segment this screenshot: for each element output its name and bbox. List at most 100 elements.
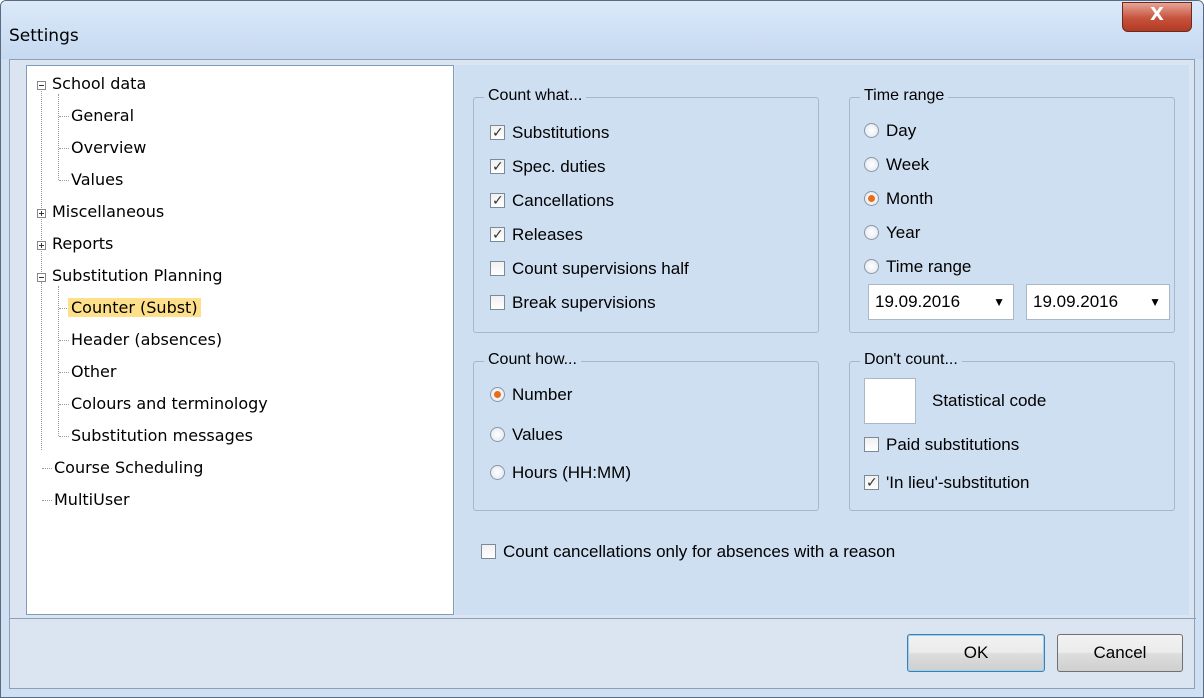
tree-line <box>59 436 69 437</box>
close-button[interactable]: X <box>1122 2 1192 32</box>
dropdown-arrow-icon[interactable]: ▼ <box>1149 285 1161 319</box>
checkbox[interactable] <box>864 472 879 494</box>
ok-button[interactable]: OK <box>907 634 1045 672</box>
tree-line <box>59 404 69 405</box>
window-title: Settings <box>9 26 79 46</box>
count-what-group: Count what... Substitutions Spec. duties… <box>473 87 819 333</box>
tree-item-label: School data <box>52 74 147 93</box>
checkbox[interactable] <box>490 295 505 310</box>
tree-item-values[interactable]: Values <box>71 169 123 191</box>
count-what-title: Count what... <box>484 87 587 105</box>
tree-item-reports[interactable]: Reports <box>52 233 113 255</box>
tree-item-label: Values <box>71 170 124 189</box>
checkbox-label: Cancellations <box>512 191 615 210</box>
radio[interactable] <box>864 123 879 138</box>
tree-line <box>59 116 69 117</box>
tree-item-label: Substitution messages <box>71 426 253 445</box>
tree-line <box>59 148 69 149</box>
checkbox-label: Substitutions <box>512 123 610 142</box>
tree-item-label: Course Scheduling <box>54 458 204 477</box>
checkbox-label: 'In lieu'-substitution <box>886 473 1030 492</box>
radio-label: Hours (HH:MM) <box>512 463 631 482</box>
statistical-code-field[interactable] <box>864 378 916 424</box>
radio[interactable] <box>864 225 879 240</box>
expand-icon[interactable] <box>37 209 46 218</box>
tree-item-label: Header (absences) <box>71 330 223 349</box>
tree-line <box>59 180 69 181</box>
checkbox-label: Break supervisions <box>512 293 656 312</box>
separator <box>10 618 1196 619</box>
checkbox-label: Count cancellations only for absences wi… <box>503 542 896 561</box>
title-bar[interactable]: Settings X <box>1 1 1203 59</box>
radio-label: Day <box>886 121 917 140</box>
radio-label: Week <box>886 155 930 174</box>
expand-icon[interactable] <box>37 241 46 250</box>
tree-item-school-data[interactable]: School data <box>52 73 146 95</box>
tree-item-label: Counter (Subst) <box>68 298 201 317</box>
count-how-title: Count how... <box>484 351 581 369</box>
radio-label: Number <box>512 385 573 404</box>
checkbox[interactable] <box>481 544 496 559</box>
tree-item-general[interactable]: General <box>71 105 134 127</box>
tree-item-label: Reports <box>52 234 114 253</box>
radio[interactable] <box>864 259 879 274</box>
time-range-title: Time range <box>860 87 949 105</box>
tree-item-label: Overview <box>71 138 147 157</box>
radio[interactable] <box>490 465 505 480</box>
time-range-group: Time range Day Week Month Year Time rang… <box>849 87 1175 333</box>
collapse-icon[interactable] <box>37 81 46 90</box>
dropdown-arrow-icon[interactable]: ▼ <box>993 285 1005 319</box>
collapse-icon[interactable] <box>37 273 46 282</box>
tree-item-overview[interactable]: Overview <box>71 137 146 159</box>
checkbox[interactable] <box>864 437 879 452</box>
checkbox-label: Count supervisions half <box>512 259 689 278</box>
date-to-combo[interactable]: 19.09.2016 ▼ <box>1026 284 1170 320</box>
tree-item-messages[interactable]: Substitution messages <box>71 425 253 447</box>
tree-line <box>59 340 69 341</box>
statistical-code-label: Statistical code <box>932 391 1047 410</box>
radio-label: Month <box>886 189 934 208</box>
date-to-value: 19.09.2016 <box>1033 292 1119 311</box>
radio[interactable] <box>864 157 879 172</box>
tree-item-label: General <box>71 106 135 125</box>
tree-item-multiuser[interactable]: MultiUser <box>54 489 130 511</box>
checkbox[interactable] <box>490 122 505 144</box>
tree-item-substitution-planning[interactable]: Substitution Planning <box>52 265 223 287</box>
radio[interactable] <box>864 191 879 206</box>
cancel-button[interactable]: Cancel <box>1057 634 1183 672</box>
tree-line <box>41 282 42 450</box>
radio[interactable] <box>490 427 505 442</box>
dialog-client-area: School data General Overview Values Misc… <box>9 59 1196 689</box>
tree-line <box>58 94 59 180</box>
count-how-group: Count how... Number Values Hours (HH:MM) <box>473 351 819 511</box>
tree-item-colours[interactable]: Colours and terminology <box>71 393 268 415</box>
radio[interactable] <box>490 387 505 402</box>
checkbox[interactable] <box>490 261 505 276</box>
checkbox-label: Spec. duties <box>512 157 606 176</box>
tree-line <box>42 468 52 469</box>
tree-item-header-absences[interactable]: Header (absences) <box>71 329 222 351</box>
checkbox[interactable] <box>490 190 505 212</box>
tree-item-miscellaneous[interactable]: Miscellaneous <box>52 201 164 223</box>
checkbox[interactable] <box>490 224 505 246</box>
date-from-combo[interactable]: 19.09.2016 ▼ <box>868 284 1014 320</box>
dont-count-group: Don't count... Statistical code Paid sub… <box>849 351 1175 511</box>
radio-label: Year <box>886 223 921 242</box>
settings-content: Count what... Substitutions Spec. duties… <box>455 65 1189 615</box>
tree-item-label: Colours and terminology <box>71 394 268 413</box>
settings-tree[interactable]: School data General Overview Values Misc… <box>26 65 454 615</box>
tree-item-label: Substitution Planning <box>52 266 223 285</box>
tree-line <box>59 372 69 373</box>
tree-item-label: Other <box>71 362 117 381</box>
checkbox[interactable] <box>490 156 505 178</box>
tree-item-course-scheduling[interactable]: Course Scheduling <box>54 457 203 479</box>
tree-item-label: MultiUser <box>54 490 130 509</box>
tree-item-label: Miscellaneous <box>52 202 165 221</box>
checkbox-label: Paid substitutions <box>886 435 1020 454</box>
tree-item-counter-subst[interactable]: Counter (Subst) <box>68 297 201 319</box>
settings-window: Settings X School data General Overview … <box>0 0 1204 698</box>
checkbox-label: Releases <box>512 225 583 244</box>
close-icon: X <box>1150 4 1164 25</box>
tree-item-other[interactable]: Other <box>71 361 116 383</box>
dont-count-title: Don't count... <box>860 351 962 369</box>
